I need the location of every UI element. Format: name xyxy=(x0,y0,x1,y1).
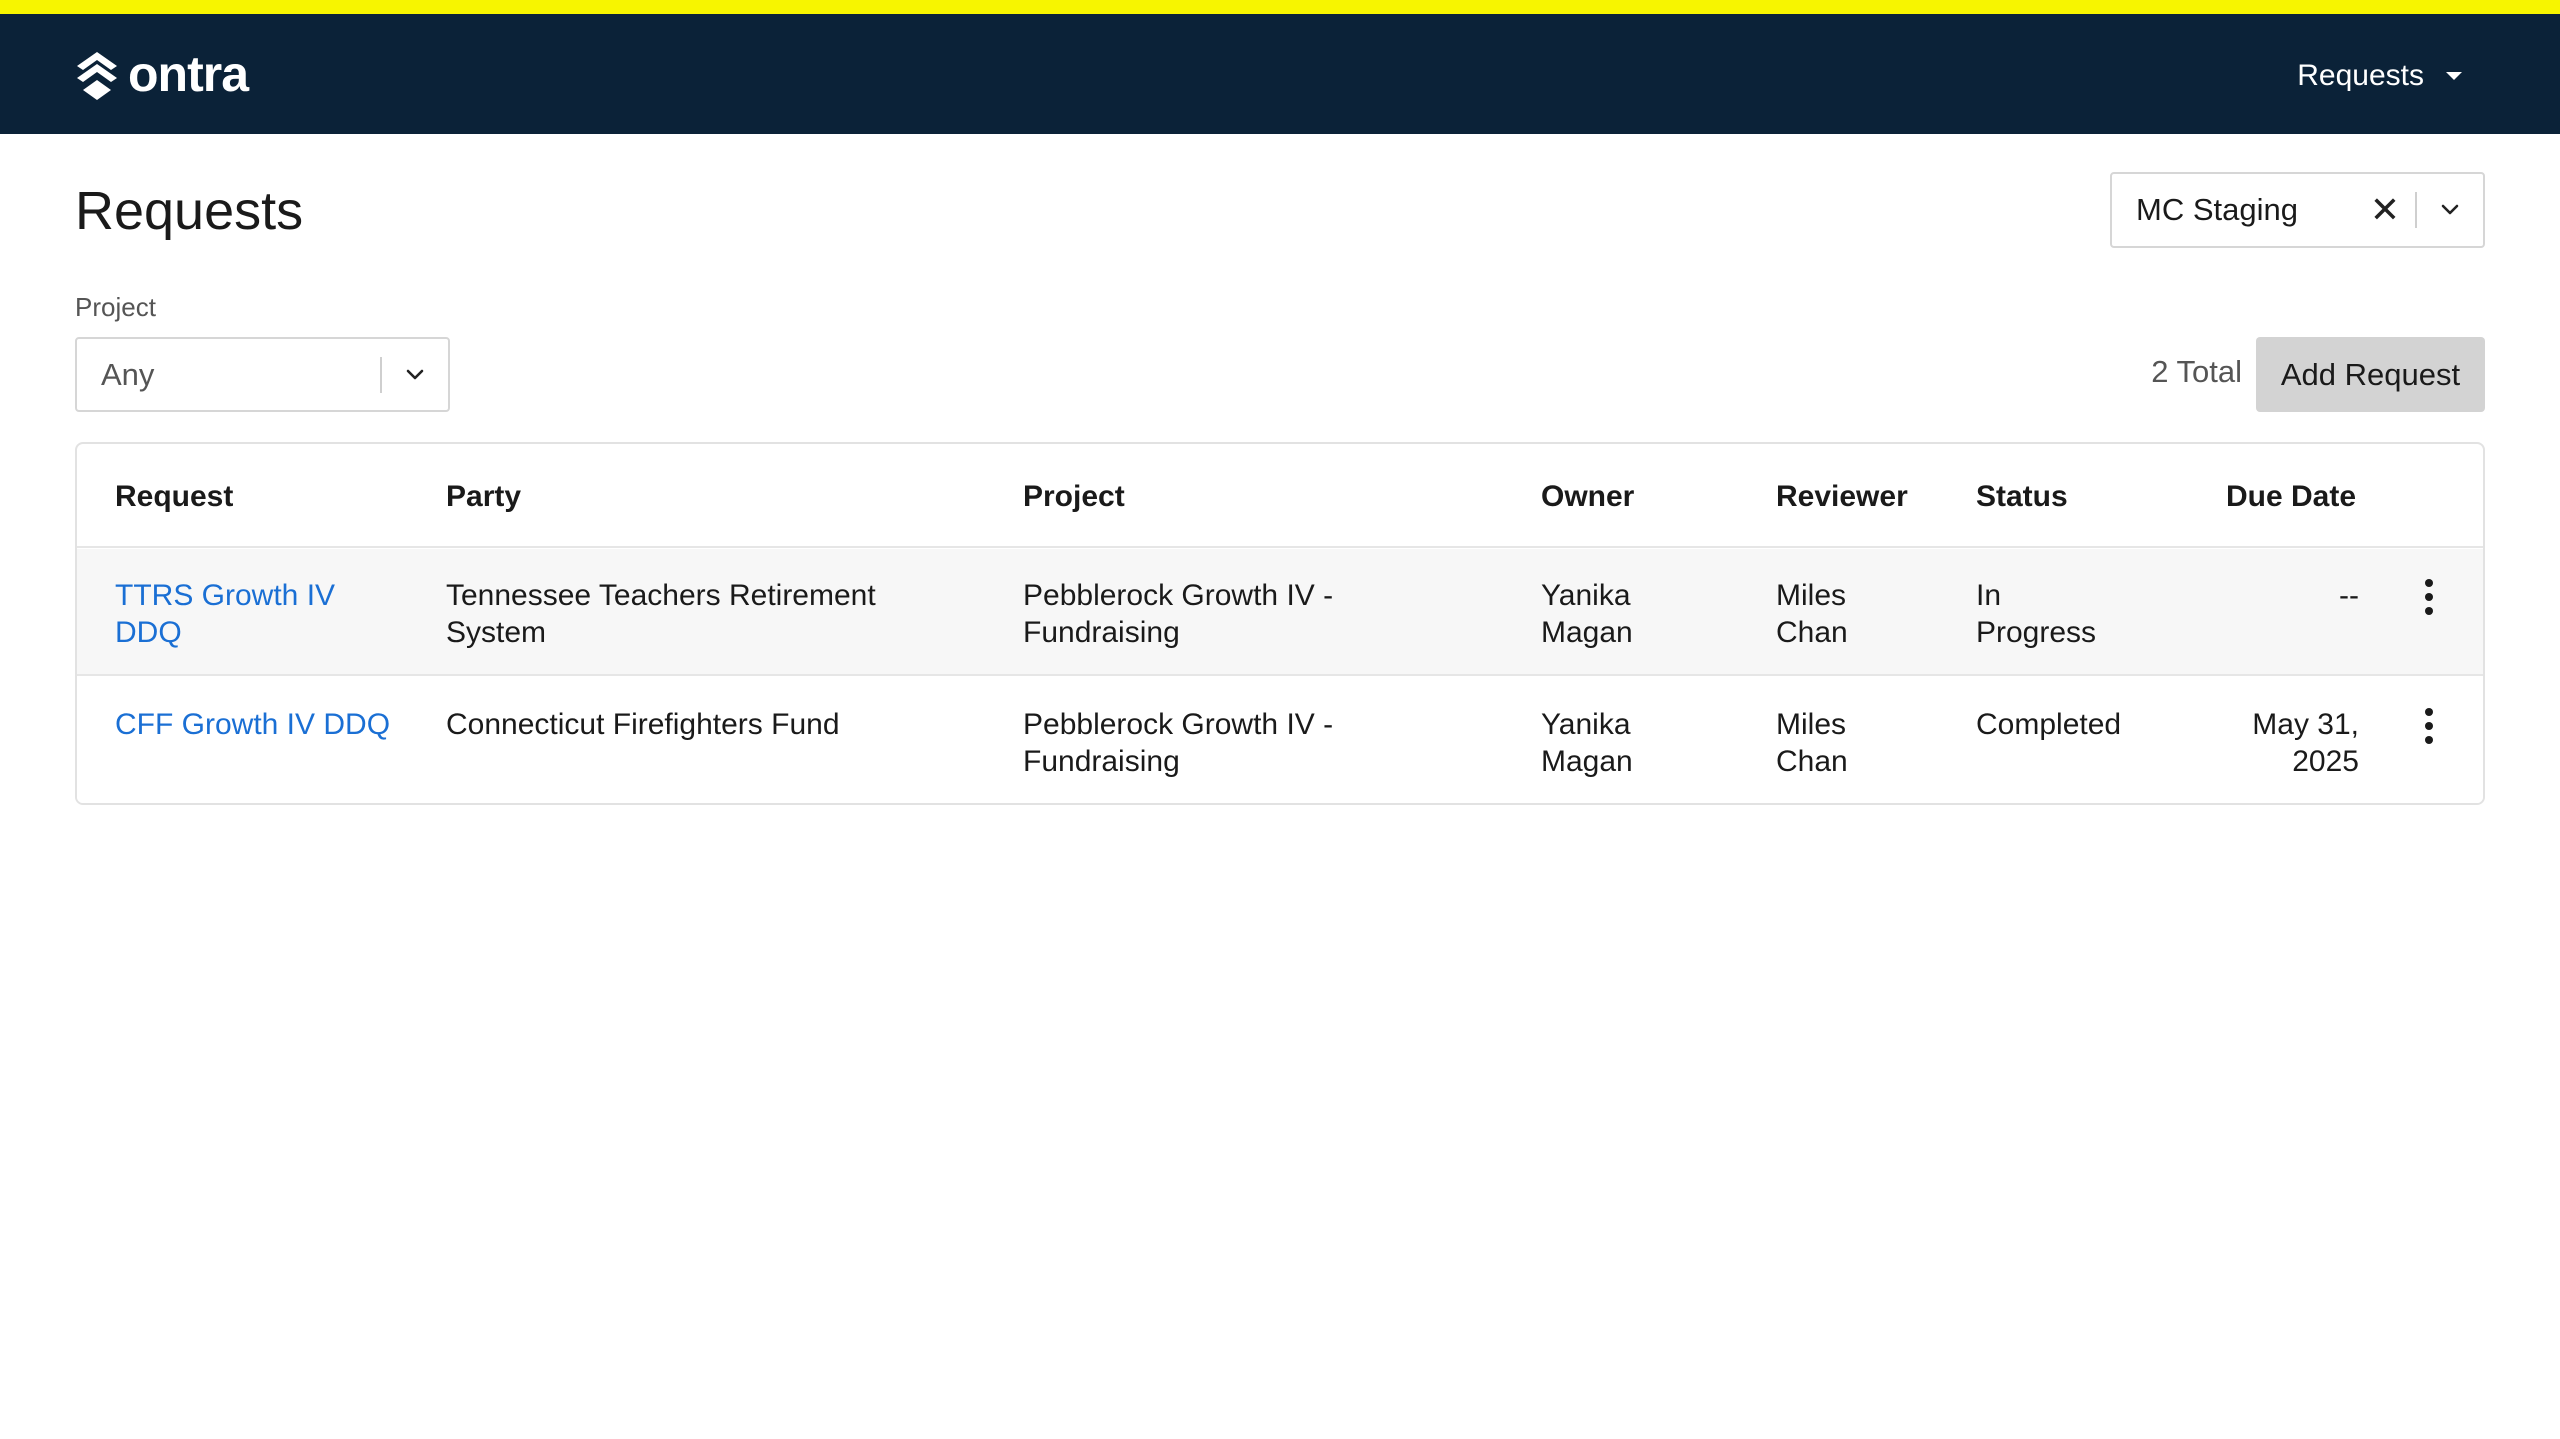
status-cell: Completed xyxy=(1976,706,2121,743)
due-date-cell: May 31, 2025 xyxy=(2207,706,2359,780)
status-cell: In Progress xyxy=(1976,577,2096,651)
column-header-request[interactable]: Request xyxy=(115,480,233,514)
owner-cell: Yanika Magan xyxy=(1541,706,1633,780)
due-date-cell: -- xyxy=(2207,577,2359,614)
environment-strip xyxy=(0,0,2560,14)
more-options-icon[interactable] xyxy=(2415,577,2443,617)
caret-down-icon xyxy=(2446,72,2462,80)
project-filter-label: Project xyxy=(75,292,156,322)
column-header-party[interactable]: Party xyxy=(446,480,521,514)
owner-line: Magan xyxy=(1541,745,1633,778)
party-line: Tennessee Teachers Retirement xyxy=(446,579,876,612)
project-cell: Pebblerock Growth IV - Fundraising xyxy=(1023,706,1333,780)
request-link-line: TTRS Growth IV xyxy=(115,579,336,612)
chevron-down-icon[interactable] xyxy=(382,355,448,395)
request-link-line: DDQ xyxy=(115,616,182,649)
requests-table: Request Party Project Owner Reviewer Sta… xyxy=(75,442,2485,805)
request-link-line: CFF Growth IV DDQ xyxy=(115,708,391,741)
party-cell: Connecticut Firefighters Fund xyxy=(446,706,840,743)
column-header-reviewer[interactable]: Reviewer xyxy=(1776,480,1908,514)
project-line: Fundraising xyxy=(1023,745,1180,778)
project-line: Pebblerock Growth IV - xyxy=(1023,579,1334,612)
due-date-line: May 31, xyxy=(2252,708,2359,741)
owner-line: Yanika xyxy=(1541,579,1631,612)
nav-menu-label: Requests xyxy=(2297,59,2424,92)
column-header-status[interactable]: Status xyxy=(1976,480,2068,514)
reviewer-line: Chan xyxy=(1776,745,1848,778)
brand-name: ontra xyxy=(128,46,249,102)
owner-cell: Yanika Magan xyxy=(1541,577,1633,651)
reviewer-line: Chan xyxy=(1776,616,1848,649)
chevron-down-icon[interactable] xyxy=(2417,190,2483,230)
column-header-project[interactable]: Project xyxy=(1023,480,1125,514)
party-cell: Tennessee Teachers Retirement System xyxy=(446,577,876,651)
column-header-due-date[interactable]: Due Date xyxy=(2226,480,2356,514)
clear-icon[interactable]: ✕ xyxy=(2365,189,2405,230)
status-line: In xyxy=(1976,579,2002,612)
status-line: Progress xyxy=(1976,616,2097,649)
request-link[interactable]: CFF Growth IV DDQ xyxy=(115,706,390,743)
total-count: 2 Total xyxy=(2151,354,2242,389)
party-line: Connecticut Firefighters Fund xyxy=(446,708,840,741)
table-row[interactable]: TTRS Growth IV DDQ Tennessee Teachers Re… xyxy=(77,549,2483,676)
due-date-line: -- xyxy=(2339,579,2359,612)
project-line: Fundraising xyxy=(1023,616,1180,649)
project-filter-value: Any xyxy=(101,356,155,392)
requests-nav-menu[interactable]: Requests xyxy=(2297,54,2462,98)
owner-line: Magan xyxy=(1541,616,1633,649)
project-cell: Pebblerock Growth IV - Fundraising xyxy=(1023,577,1333,651)
ontra-logo-icon xyxy=(77,52,117,100)
project-line: Pebblerock Growth IV - xyxy=(1023,708,1334,741)
status-line: Completed xyxy=(1976,708,2122,741)
column-header-owner[interactable]: Owner xyxy=(1541,480,1634,514)
table-row[interactable]: CFF Growth IV DDQ Connecticut Firefighte… xyxy=(77,678,2483,803)
ontra-logo[interactable]: ontra xyxy=(74,46,249,102)
table-header: Request Party Project Owner Reviewer Sta… xyxy=(77,444,2483,548)
environment-select-value: MC Staging xyxy=(2136,192,2298,227)
reviewer-line: Miles xyxy=(1776,579,1847,612)
request-link[interactable]: TTRS Growth IV DDQ xyxy=(115,577,335,651)
project-filter-select[interactable]: Any xyxy=(75,337,450,412)
page-title: Requests xyxy=(75,181,304,241)
more-options-icon[interactable] xyxy=(2415,706,2443,746)
environment-select[interactable]: MC Staging ✕ xyxy=(2110,172,2485,248)
reviewer-cell: Miles Chan xyxy=(1776,577,1848,651)
top-navbar: ontra Requests xyxy=(0,14,2560,134)
party-line: System xyxy=(446,616,547,649)
due-date-line: 2025 xyxy=(2292,745,2359,778)
reviewer-cell: Miles Chan xyxy=(1776,706,1848,780)
owner-line: Yanika xyxy=(1541,708,1631,741)
add-request-button[interactable]: Add Request xyxy=(2256,337,2485,412)
reviewer-line: Miles xyxy=(1776,708,1847,741)
